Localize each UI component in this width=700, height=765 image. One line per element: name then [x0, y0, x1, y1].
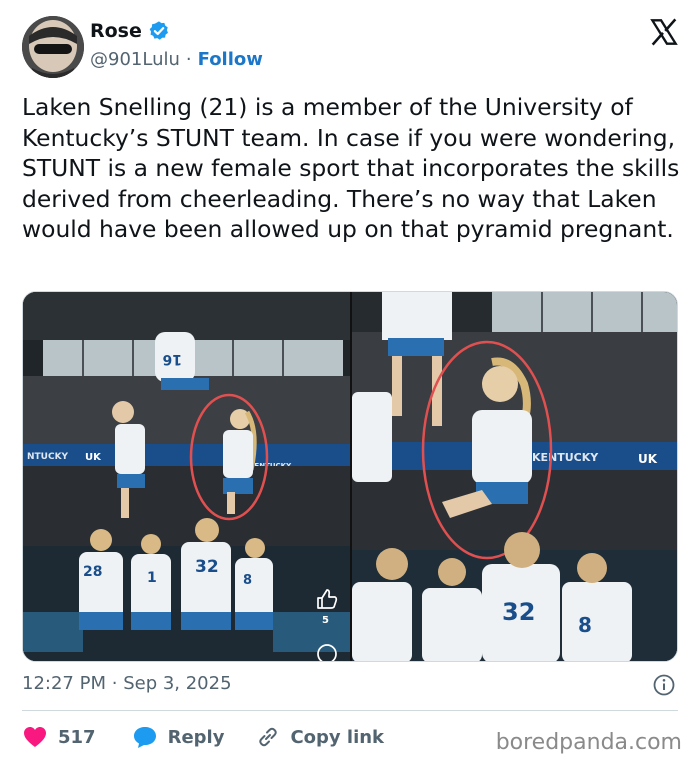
jersey-number: 32 — [195, 557, 219, 577]
photo-left[interactable]: NTUCKY UK KENTUCKY 16 — [23, 292, 350, 661]
handle-row: @901Lulu · Follow — [90, 49, 263, 70]
follow-button[interactable]: Follow — [198, 49, 263, 70]
tweet-time[interactable]: 12:27 PM — [22, 673, 106, 694]
tweet-date[interactable]: Sep 3, 2025 — [123, 673, 231, 694]
copy-link-button[interactable]: Copy link — [256, 725, 384, 749]
photo-right[interactable]: KENTUCKY UK 32 8 — [352, 292, 677, 661]
jersey-number: 8 — [243, 573, 252, 588]
reply-label: Reply — [167, 726, 225, 748]
reply-bubble-icon — [133, 727, 156, 748]
avatar[interactable] — [22, 16, 84, 78]
timestamp-row: 12:27 PM · Sep 3, 2025 — [22, 673, 678, 699]
like-button[interactable]: 517 — [22, 725, 96, 749]
like-count: 517 — [58, 726, 96, 748]
tweet-text: Laken Snelling (21) is a member of the U… — [22, 93, 680, 243]
action-bar: 517 Reply Copy link — [22, 722, 384, 752]
overlay-like-count: 5 — [322, 615, 329, 626]
tweet-header: Rose @901Lulu · Follow — [22, 16, 678, 78]
jersey-number: 16 — [163, 351, 182, 367]
separator: · — [111, 673, 118, 694]
handle[interactable]: @901Lulu — [90, 49, 180, 70]
reply-button[interactable]: Reply — [132, 725, 225, 749]
verified-badge-icon — [149, 21, 168, 40]
info-icon[interactable] — [652, 673, 676, 697]
jersey-number: 1 — [147, 570, 157, 586]
media-grid[interactable]: NTUCKY UK KENTUCKY 16 — [22, 291, 678, 662]
heart-icon — [24, 727, 46, 747]
x-logo-icon[interactable] — [650, 18, 678, 46]
divider — [22, 710, 678, 711]
banner-logo: UK — [85, 452, 102, 463]
jersey-number: 28 — [83, 564, 102, 580]
separator: · — [185, 49, 192, 70]
watermark: boredpanda.com — [495, 730, 682, 755]
jersey-number: 8 — [578, 613, 592, 637]
banner-text: KENTUCKY — [532, 451, 599, 464]
display-name[interactable]: Rose — [90, 20, 142, 42]
banner-text: NTUCKY — [27, 452, 69, 462]
copy-link-label: Copy link — [290, 726, 385, 748]
banner-logo: UK — [638, 452, 658, 466]
link-icon — [259, 727, 278, 747]
name-row: Rose — [90, 20, 170, 42]
jersey-number: 32 — [502, 598, 535, 626]
